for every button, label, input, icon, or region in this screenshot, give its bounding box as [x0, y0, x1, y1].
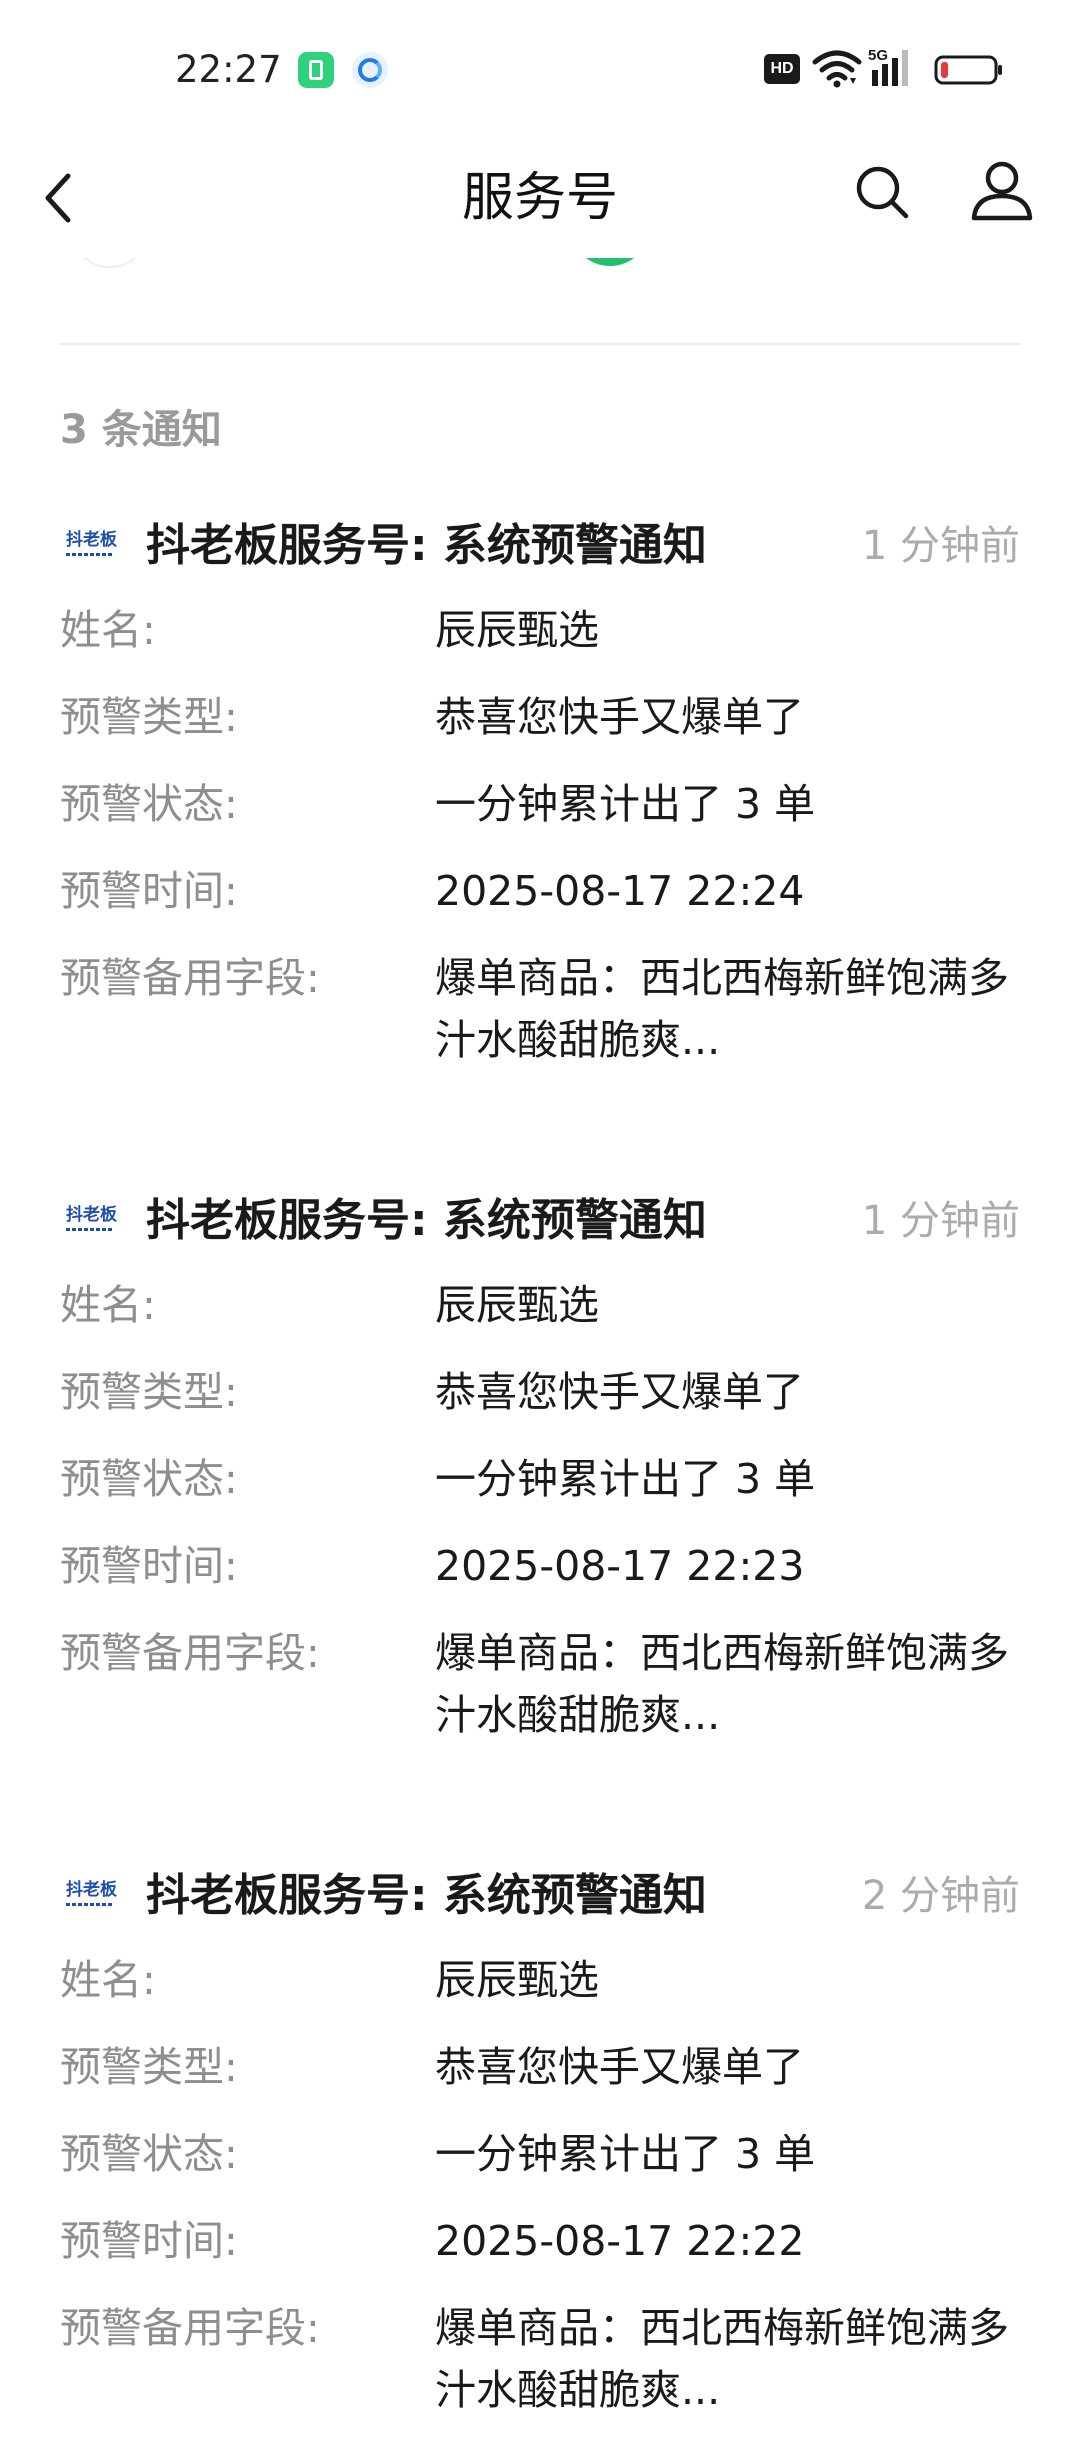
avatar	[570, 258, 650, 266]
label-type: 预警类型:	[60, 693, 238, 741]
logo-text: 抖老板	[66, 1205, 117, 1225]
card-time-ago: 1 分钟前	[861, 523, 1020, 569]
logo-text: 抖老板	[66, 1880, 117, 1900]
label-name: 姓名:	[60, 606, 156, 654]
value-name: 辰辰甄选	[435, 1281, 599, 1329]
status-bar: 22:27 HD 5G	[0, 0, 1080, 138]
battery-icon	[934, 55, 1002, 85]
browser-app-icon	[352, 52, 388, 88]
logo-text: 抖老板	[66, 530, 117, 550]
card-title: 抖老板服务号: 系统预警通知	[146, 520, 707, 571]
value-status: 一分钟累计出了 3 单	[435, 2130, 816, 2178]
card-title: 抖老板服务号: 系统预警通知	[146, 1195, 707, 1246]
person-icon[interactable]	[970, 158, 1034, 222]
label-type: 预警类型:	[60, 1368, 238, 1416]
card-header: 抖老板 抖老板服务号: 系统预警通知 2 分钟前	[60, 1855, 1020, 1935]
value-name: 辰辰甄选	[435, 606, 599, 654]
label-name: 姓名:	[60, 1281, 156, 1329]
divider	[60, 343, 1020, 345]
card-header: 抖老板 抖老板服务号: 系统预警通知 1 分钟前	[60, 1180, 1020, 1260]
card-header: 抖老板 抖老板服务号: 系统预警通知 1 分钟前	[60, 505, 1020, 585]
card-time-ago: 2 分钟前	[861, 1873, 1020, 1919]
value-status: 一分钟累计出了 3 单	[435, 1455, 816, 1503]
scrolled-avatars	[0, 258, 1080, 268]
label-extra: 预警备用字段:	[60, 1629, 320, 1677]
label-type: 预警类型:	[60, 2043, 238, 2091]
label-time: 预警时间:	[60, 2217, 238, 2265]
value-extra: 爆单商品：西北西梅新鲜饱满多汁水酸甜脆爽...	[435, 954, 1009, 1064]
notice-count: 3 条通知	[60, 407, 222, 453]
value-extra: 爆单商品：西北西梅新鲜饱满多汁水酸甜脆爽...	[435, 2304, 1009, 2414]
label-extra: 预警备用字段:	[60, 2304, 320, 2352]
value-type: 恭喜您快手又爆单了	[435, 693, 804, 741]
label-extra: 预警备用字段:	[60, 954, 320, 1002]
value-time: 2025-08-17 22:22	[435, 2217, 805, 2265]
value-type: 恭喜您快手又爆单了	[435, 2043, 804, 2091]
battery-saver-app-icon	[298, 52, 334, 88]
value-time: 2025-08-17 22:24	[435, 867, 805, 915]
signal-icon: 5G	[868, 47, 908, 86]
label-status: 预警状态:	[60, 1455, 238, 1503]
label-status: 预警状态:	[60, 780, 238, 828]
card-time-ago: 1 分钟前	[861, 1198, 1020, 1244]
notification-card[interactable]: 抖老板 抖老板服务号: 系统预警通知 2 分钟前 姓名: 辰辰甄选 预警类型: …	[60, 1855, 1020, 2455]
status-time: 22:27	[175, 48, 282, 91]
nav-bar: 服务号	[0, 138, 1080, 258]
search-icon[interactable]	[852, 162, 912, 222]
value-status: 一分钟累计出了 3 单	[435, 780, 816, 828]
card-title: 抖老板服务号: 系统预警通知	[146, 1870, 707, 1921]
page-title: 服务号	[461, 168, 618, 228]
avatar	[70, 258, 150, 268]
service-logo: 抖老板	[66, 1204, 117, 1238]
wifi-icon	[812, 50, 862, 88]
value-extra: 爆单商品：西北西梅新鲜饱满多汁水酸甜脆爽...	[435, 1629, 1009, 1739]
notification-card[interactable]: 抖老板 抖老板服务号: 系统预警通知 1 分钟前 姓名: 辰辰甄选 预警类型: …	[60, 505, 1020, 1105]
label-name: 姓名:	[60, 1956, 156, 2004]
value-time: 2025-08-17 22:23	[435, 1542, 805, 1590]
label-time: 预警时间:	[60, 1542, 238, 1590]
label-status: 预警状态:	[60, 2130, 238, 2178]
service-logo: 抖老板	[66, 1879, 117, 1913]
service-logo: 抖老板	[66, 529, 117, 563]
hd-badge: HD	[764, 54, 800, 84]
value-name: 辰辰甄选	[435, 1956, 599, 2004]
label-time: 预警时间:	[60, 867, 238, 915]
notification-card[interactable]: 抖老板 抖老板服务号: 系统预警通知 1 分钟前 姓名: 辰辰甄选 预警类型: …	[60, 1180, 1020, 1780]
network-label: 5G	[868, 47, 888, 64]
value-type: 恭喜您快手又爆单了	[435, 1368, 804, 1416]
